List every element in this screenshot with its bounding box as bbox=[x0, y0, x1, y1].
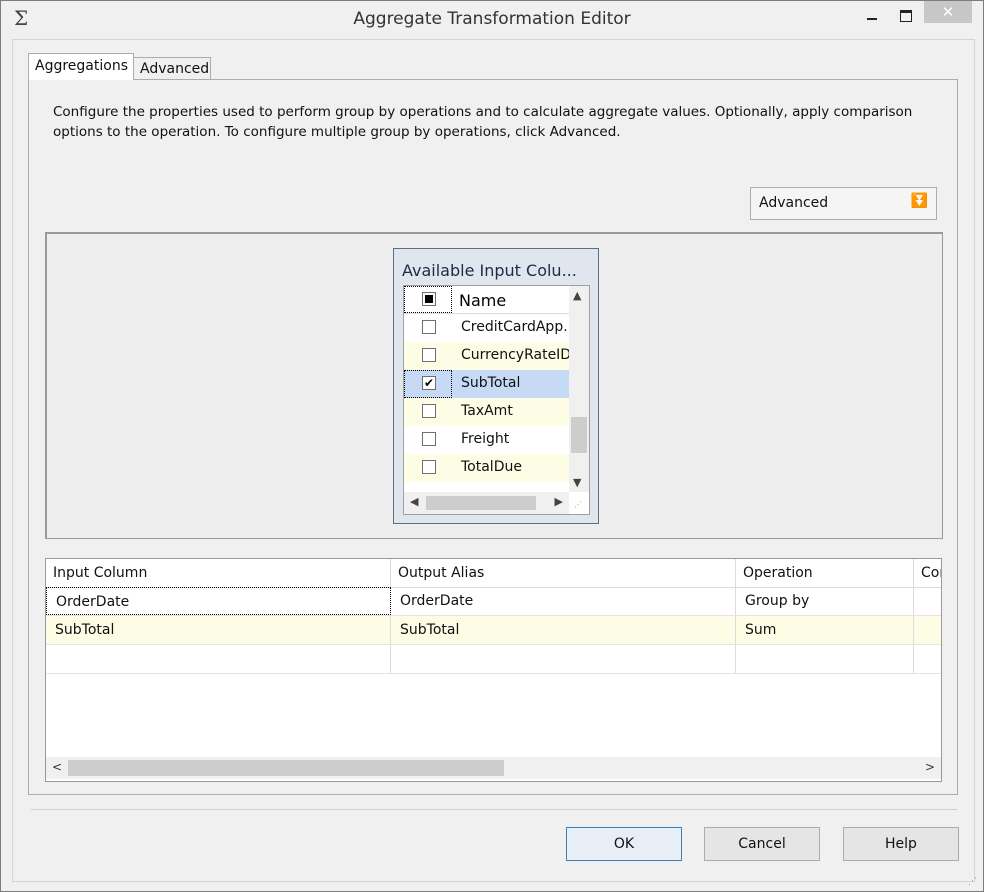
double-chevron-down-icon: ⏬ bbox=[910, 193, 928, 209]
available-input-columns-panel: Available Input Colu... Name CreditCardA… bbox=[393, 248, 599, 524]
header-operation[interactable]: Operation bbox=[736, 559, 914, 587]
column-label: CreditCardApp... bbox=[461, 319, 577, 335]
cell-output-alias[interactable]: SubTotal bbox=[391, 616, 736, 644]
scroll-thumb[interactable] bbox=[68, 760, 504, 776]
column-label: TotalDue bbox=[461, 459, 522, 475]
horizontal-scrollbar[interactable]: ◀ ▶ bbox=[404, 492, 569, 514]
scroll-down-icon[interactable]: ▼ bbox=[573, 476, 581, 489]
tab-aggregations[interactable]: Aggregations bbox=[28, 53, 134, 80]
column-label: SubTotal bbox=[461, 375, 521, 391]
tab-advanced[interactable]: Advanced bbox=[134, 57, 211, 80]
header-output-alias[interactable]: Output Alias bbox=[391, 559, 736, 587]
description-text: Configure the properties used to perform… bbox=[53, 104, 913, 140]
advanced-toggle-button[interactable]: Advanced ⏬ bbox=[750, 187, 937, 220]
cell-operation[interactable]: Group by bbox=[736, 587, 914, 615]
grid-horizontal-scrollbar[interactable]: < > bbox=[46, 757, 941, 779]
column-row-freight[interactable]: Freight bbox=[404, 426, 569, 454]
cancel-button[interactable]: Cancel bbox=[704, 827, 820, 861]
window-title: Aggregate Transformation Editor bbox=[353, 9, 631, 29]
column-row-taxamt[interactable]: TaxAmt bbox=[404, 398, 569, 426]
cell-input-column[interactable]: OrderDate bbox=[46, 587, 391, 615]
maximize-button[interactable] bbox=[887, 1, 925, 31]
cell-operation[interactable] bbox=[736, 645, 914, 673]
column-list-header: Name bbox=[404, 286, 569, 314]
aggregation-grid: Input Column Output Alias Operation Cor … bbox=[45, 558, 942, 782]
dialog-window: Σ Aggregate Transformation Editor ✕ Aggr… bbox=[0, 0, 984, 892]
column-label: TaxAmt bbox=[461, 403, 513, 419]
scroll-left-icon[interactable]: ◀ bbox=[410, 495, 418, 508]
help-button[interactable]: Help bbox=[843, 827, 959, 861]
checkbox[interactable] bbox=[422, 404, 436, 418]
scroll-right-icon[interactable]: > bbox=[925, 760, 935, 774]
cell-output-alias[interactable] bbox=[391, 645, 736, 673]
cell-comparison[interactable] bbox=[914, 645, 941, 673]
column-row-subtotal[interactable]: ✔ SubTotal bbox=[404, 370, 569, 398]
vertical-scrollbar[interactable]: ▲ ▼ bbox=[569, 286, 589, 492]
scroll-thumb[interactable] bbox=[426, 496, 536, 510]
close-icon: ✕ bbox=[941, 3, 955, 21]
aggregations-panel: Configure the properties used to perform… bbox=[28, 79, 958, 795]
window-resize-grip-icon[interactable]: ⋰ bbox=[968, 877, 977, 887]
column-label: Freight bbox=[461, 431, 510, 447]
scroll-left-icon[interactable]: < bbox=[52, 760, 62, 774]
checkbox[interactable] bbox=[422, 460, 436, 474]
cell-operation[interactable]: Sum bbox=[736, 616, 914, 644]
checkbox[interactable] bbox=[422, 432, 436, 446]
button-separator bbox=[31, 809, 957, 810]
column-row-creditcardapp[interactable]: CreditCardApp... bbox=[404, 314, 577, 342]
checkbox[interactable] bbox=[422, 320, 436, 334]
cell-comparison[interactable] bbox=[914, 587, 941, 615]
available-columns-title: Available Input Colu... bbox=[402, 261, 577, 280]
cell-output-alias[interactable]: OrderDate bbox=[391, 587, 736, 615]
minimize-button[interactable] bbox=[853, 1, 891, 31]
cell-input-column[interactable]: SubTotal bbox=[46, 616, 391, 644]
scroll-up-icon[interactable]: ▲ bbox=[573, 289, 581, 302]
maximize-icon bbox=[900, 10, 912, 22]
table-row-empty[interactable] bbox=[46, 645, 941, 674]
designer-surface: Available Input Colu... Name CreditCardA… bbox=[45, 232, 943, 539]
advanced-toggle-label: Advanced bbox=[759, 195, 829, 211]
cell-input-column[interactable] bbox=[46, 645, 391, 673]
close-button[interactable]: ✕ bbox=[924, 1, 972, 23]
scroll-right-icon[interactable]: ▶ bbox=[555, 495, 563, 508]
header-comparison[interactable]: Cor bbox=[914, 559, 941, 587]
available-columns-list: Name CreditCardApp... CurrencyRateID ✔ S… bbox=[403, 285, 590, 515]
grid-header: Input Column Output Alias Operation Cor bbox=[46, 559, 941, 588]
checkbox-checked[interactable]: ✔ bbox=[422, 376, 436, 390]
name-column-header: Name bbox=[459, 291, 507, 310]
resize-grip-icon[interactable]: ⋰ bbox=[574, 500, 582, 509]
scroll-thumb[interactable] bbox=[571, 417, 587, 453]
ok-button[interactable]: OK bbox=[566, 827, 682, 861]
cell-comparison[interactable] bbox=[914, 616, 941, 644]
table-row[interactable]: OrderDate OrderDate Group by bbox=[46, 587, 941, 616]
column-row-currencyrateid[interactable]: CurrencyRateID bbox=[404, 342, 572, 370]
minimize-icon bbox=[867, 18, 877, 20]
table-row[interactable]: SubTotal SubTotal Sum bbox=[46, 616, 941, 645]
title-bar: Σ Aggregate Transformation Editor ✕ bbox=[1, 1, 983, 37]
header-input-column[interactable]: Input Column bbox=[46, 559, 391, 587]
column-label: CurrencyRateID bbox=[461, 347, 572, 363]
checkbox[interactable] bbox=[422, 348, 436, 362]
column-row-totaldue[interactable]: TotalDue bbox=[404, 454, 569, 482]
select-all-checkbox[interactable] bbox=[422, 292, 436, 306]
